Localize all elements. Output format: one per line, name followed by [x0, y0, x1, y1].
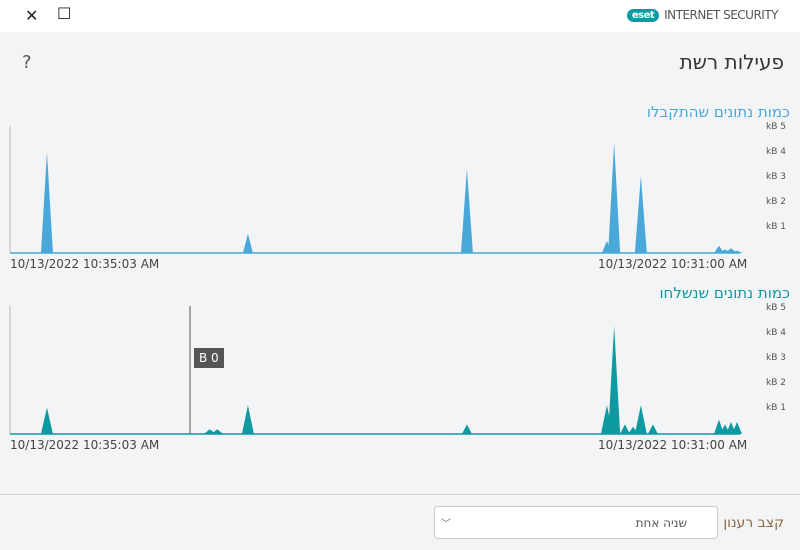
data-peak — [40, 407, 53, 434]
hover-tooltip: B 0 — [194, 348, 224, 368]
y-tick-label: kB 3 — [766, 353, 786, 363]
y-tick-label: kB 3 — [766, 172, 786, 182]
x-label-left: 10/13/2022 10:35:03 AM — [10, 438, 160, 452]
data-peak — [731, 422, 742, 434]
y-tick-label: kB 5 — [766, 122, 786, 132]
data-peak — [242, 233, 253, 253]
x-label-left: 10/13/2022 10:35:03 AM — [10, 257, 160, 271]
y-tick-label: kB 5 — [766, 303, 786, 313]
data-peak — [241, 405, 254, 434]
data-peak — [647, 424, 658, 434]
help-icon[interactable]: ? — [22, 52, 32, 73]
maximize-icon[interactable]: ☐ — [57, 4, 71, 23]
eset-logo: eset INTERNET SECURITY — [626, 8, 778, 22]
close-icon[interactable]: ✕ — [25, 6, 38, 25]
title-bar: ✕ ☐ eset INTERNET SECURITY — [0, 0, 800, 32]
y-tick-label: kB 4 — [766, 328, 786, 338]
data-peak — [608, 326, 621, 434]
y-tick-label: kB 4 — [766, 147, 786, 157]
y-tick-label: kB 1 — [766, 222, 786, 232]
data-peak — [460, 169, 473, 253]
received-chart-title: כמות נתונים שהתקבלו — [646, 103, 790, 121]
chart-plot — [9, 126, 743, 254]
received-chart: kB 5 kB 4 kB 3 kB 2 kB 1 10/13/2022 10:35:03 … — [0, 120, 800, 280]
product-name: INTERNET SECURITY — [664, 8, 778, 22]
x-label-right: 10/13/2022 10:31:00 AM — [598, 257, 748, 271]
refresh-rate-value: שניה אחת — [635, 516, 687, 530]
data-peak — [40, 152, 53, 253]
data-peak — [461, 424, 472, 434]
data-peak — [608, 142, 621, 253]
page-title: פעילות רשת — [679, 50, 784, 74]
y-tick-label: kB 1 — [766, 403, 786, 413]
y-tick-label: kB 2 — [766, 378, 786, 388]
logo-badge: eset — [626, 8, 660, 22]
sent-chart: kB 5 kB 4 kB 3 kB 2 kB 1 10/13/2022 10:35:03 … — [0, 300, 800, 460]
refresh-rate-select[interactable]: שניה אחת ﹀ — [434, 506, 718, 539]
data-peak — [634, 405, 647, 434]
x-label-right: 10/13/2022 10:31:00 AM — [598, 438, 748, 452]
data-peak — [619, 424, 630, 434]
refresh-rate-label: קצב רענון — [723, 515, 784, 531]
chart-plot — [9, 306, 742, 435]
data-peak — [634, 176, 647, 253]
footer: קצב רענון שניה אחת ﹀ — [0, 494, 800, 550]
y-tick-label: kB 2 — [766, 197, 786, 207]
chevron-down-icon: ﹀ — [441, 519, 451, 530]
